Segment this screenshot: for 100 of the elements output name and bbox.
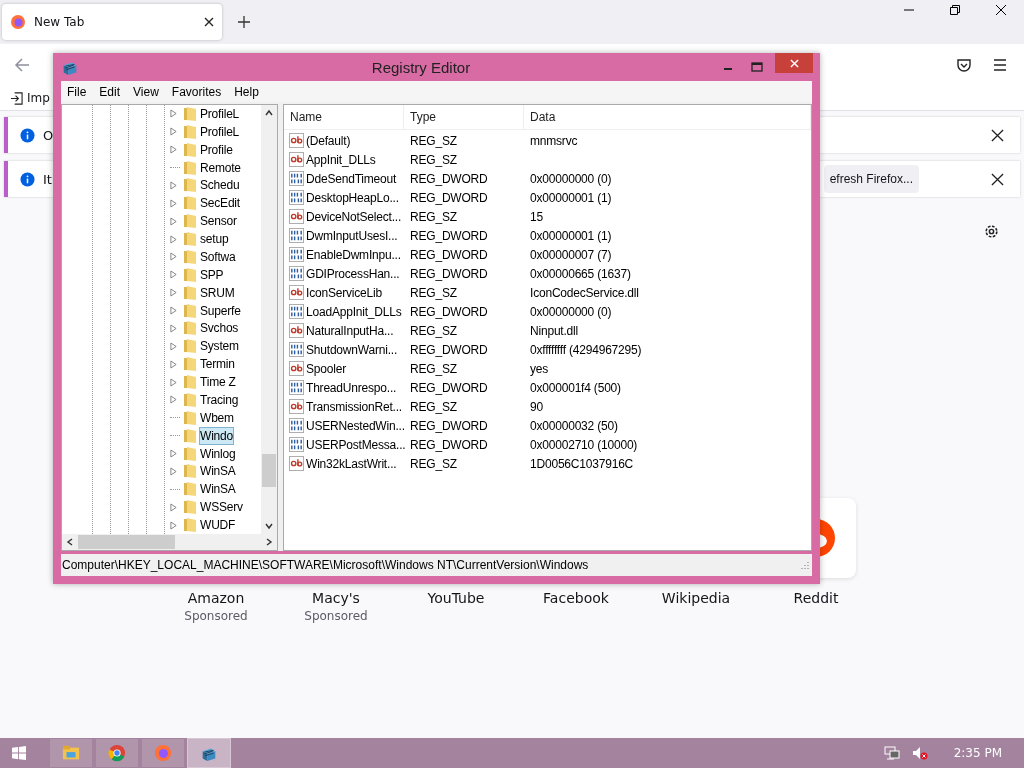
pocket-icon[interactable]	[956, 57, 972, 73]
value-name[interactable]: Spooler	[306, 361, 346, 376]
taskbar-app[interactable]	[188, 739, 230, 767]
menu-item[interactable]: Favorites	[171, 84, 222, 99]
value-name[interactable]: AppInit_DLLs	[306, 152, 376, 167]
tree-item[interactable]: SRUM	[200, 284, 235, 301]
shortcut-label[interactable]: YouTube	[427, 590, 485, 606]
menu-item[interactable]: File	[67, 84, 87, 99]
expand-arrow-icon[interactable]	[170, 520, 177, 530]
import-bookmark[interactable]: Imp	[10, 91, 50, 105]
shortcut-label[interactable]: Facebook	[543, 590, 609, 606]
scroll-thumb[interactable]	[78, 535, 175, 549]
value-name[interactable]: LoadAppInit_DLLs	[306, 304, 402, 319]
shortcut-label[interactable]: Amazon	[187, 590, 245, 606]
close-button[interactable]	[775, 53, 813, 73]
start-icon[interactable]	[12, 746, 26, 760]
value-name[interactable]: ThreadUnrespo...	[306, 380, 397, 395]
tree-item[interactable]: Sensor	[200, 213, 237, 230]
tree-item[interactable]: WinSA	[200, 481, 236, 498]
menu-item[interactable]: View	[133, 84, 159, 99]
shortcut-label[interactable]: Wikipedia	[661, 590, 731, 606]
tree-item[interactable]: WSServ	[200, 499, 243, 516]
tree-item[interactable]: Winlog	[200, 445, 236, 462]
tree-item[interactable]: Remote	[200, 159, 241, 176]
tree-item[interactable]: Time Z	[200, 374, 236, 391]
refresh-button[interactable]: efresh Firefox...	[823, 165, 919, 193]
column-header[interactable]: Name	[284, 105, 404, 129]
value-name[interactable]: USERNestedWin...	[306, 418, 405, 433]
tree-item[interactable]: Windo	[200, 427, 233, 444]
expand-arrow-icon[interactable]	[170, 359, 177, 369]
value-name[interactable]: ShutdownWarni...	[306, 342, 398, 357]
column-header[interactable]: Type	[404, 105, 524, 129]
settings-icon[interactable]	[983, 223, 1000, 240]
browser-tab[interactable]: New Tab	[2, 4, 222, 40]
tree-item[interactable]: Tracing	[200, 391, 239, 408]
tree-item[interactable]: Wbem	[200, 409, 234, 426]
menu-icon[interactable]	[992, 57, 1008, 73]
expand-arrow-icon[interactable]	[170, 377, 177, 387]
maximize-icon[interactable]	[751, 62, 763, 72]
value-name[interactable]: TransmissionRet...	[306, 399, 402, 414]
expand-arrow-icon[interactable]	[170, 145, 177, 155]
tree-item[interactable]: SecEdit	[200, 195, 240, 212]
tree-item[interactable]: WinSA	[200, 463, 236, 480]
expand-arrow-icon[interactable]	[170, 127, 177, 137]
expand-arrow-icon[interactable]	[170, 395, 177, 405]
vertical-scrollbar[interactable]	[261, 105, 277, 534]
expand-arrow-icon[interactable]	[170, 449, 177, 459]
expand-arrow-icon[interactable]	[170, 198, 177, 208]
tree-item[interactable]: Svchos	[200, 320, 239, 337]
back-arrow-icon[interactable]	[14, 57, 30, 73]
scroll-thumb[interactable]	[262, 454, 276, 487]
value-name[interactable]: DdeSendTimeout	[306, 171, 397, 186]
network-icon[interactable]	[883, 745, 900, 761]
restore-icon[interactable]	[950, 5, 960, 15]
value-name[interactable]: Win32kLastWrit...	[306, 456, 397, 471]
tree-item[interactable]: Profile	[200, 141, 233, 158]
tree-item[interactable]: Schedu	[200, 177, 240, 194]
expand-arrow-icon[interactable]	[170, 341, 177, 351]
column-header[interactable]: Data	[524, 105, 811, 129]
expand-arrow-icon[interactable]	[170, 109, 177, 119]
tree-item[interactable]: ProfileL	[200, 105, 240, 122]
tree-item[interactable]: WUDF	[200, 517, 236, 534]
new-tab-icon[interactable]	[238, 16, 250, 28]
tree-item[interactable]: System	[200, 338, 239, 355]
expand-arrow-icon[interactable]	[170, 234, 177, 244]
tree-item[interactable]: Termin	[200, 356, 235, 373]
expand-arrow-icon[interactable]	[170, 180, 177, 190]
expand-arrow-icon[interactable]	[170, 252, 177, 262]
close-icon[interactable]	[991, 128, 1004, 142]
value-name[interactable]: DesktopHeapLo...	[306, 190, 399, 205]
horizontal-scrollbar[interactable]	[62, 534, 277, 550]
tree-item[interactable]: Softwa	[200, 248, 236, 265]
value-name[interactable]: (Default)	[306, 133, 351, 148]
shortcut-label[interactable]: Macy's	[312, 590, 360, 606]
taskbar-app[interactable]	[50, 739, 92, 767]
expand-arrow-icon[interactable]	[170, 306, 177, 316]
expand-arrow-icon[interactable]	[170, 323, 177, 333]
value-name[interactable]: EnableDwmInpu...	[306, 247, 401, 262]
resize-grip-icon[interactable]	[800, 560, 810, 570]
muted-speaker-icon[interactable]	[911, 745, 928, 761]
shortcut-label[interactable]: Reddit	[793, 590, 839, 606]
close-icon[interactable]	[996, 5, 1006, 15]
expand-arrow-icon[interactable]	[170, 466, 177, 476]
close-icon[interactable]	[991, 172, 1004, 186]
value-name[interactable]: NaturalInputHa...	[306, 323, 394, 338]
tree-item[interactable]: setup	[200, 231, 229, 248]
expand-arrow-icon[interactable]	[170, 270, 177, 280]
expand-arrow-icon[interactable]	[170, 216, 177, 226]
value-name[interactable]: DwmInputUsesI...	[306, 228, 398, 243]
value-name[interactable]: DeviceNotSelect...	[306, 209, 402, 224]
value-name[interactable]: GDIProcessHan...	[306, 266, 400, 281]
expand-arrow-icon[interactable]	[170, 288, 177, 298]
expand-arrow-icon[interactable]	[170, 502, 177, 512]
tree-item[interactable]: SPP	[200, 266, 224, 283]
value-name[interactable]: USERPostMessa...	[306, 437, 406, 452]
close-icon[interactable]	[204, 17, 214, 27]
tree-item[interactable]: ProfileL	[200, 123, 240, 140]
menu-item[interactable]: Help	[234, 84, 259, 99]
tree-item[interactable]: Superfe	[200, 302, 241, 319]
taskbar-app[interactable]	[96, 739, 138, 767]
